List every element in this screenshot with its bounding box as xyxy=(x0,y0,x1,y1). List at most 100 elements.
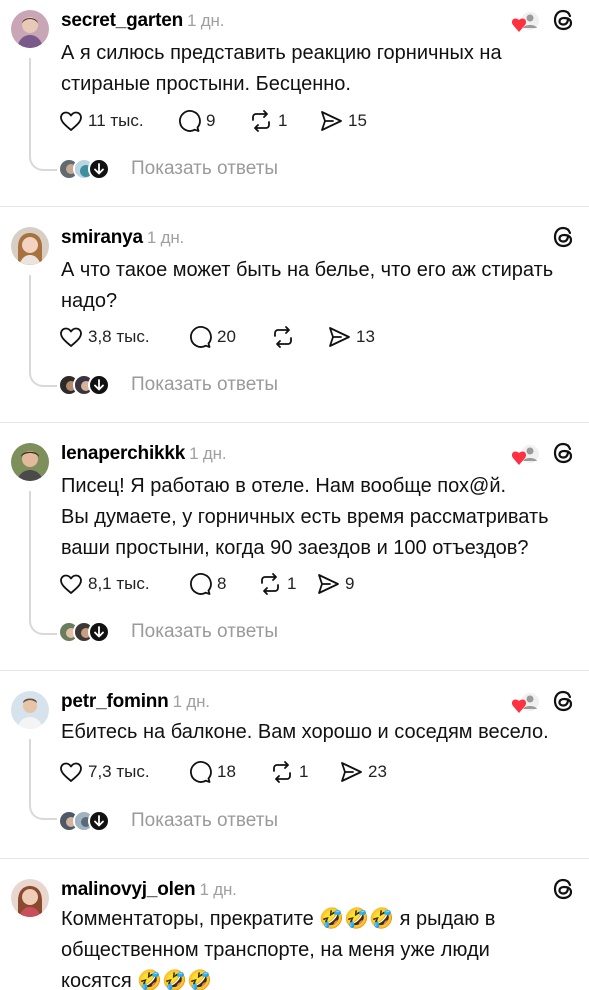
like-button[interactable]: 11 тыс. xyxy=(59,108,144,134)
comment-line: Комментаторы, прекратите 🤣🤣🤣 я рыдаю в xyxy=(61,908,496,930)
repost-count: 1 xyxy=(299,762,309,781)
comment-line: А я силюсь представить реакцию горничных… xyxy=(61,42,502,64)
thread-connector xyxy=(29,58,57,171)
threads-logo-icon[interactable] xyxy=(553,8,575,37)
comment-line: А что такое может быть на белье, что его… xyxy=(61,259,554,281)
comment-line: стираные простыни. Бесценно. xyxy=(61,73,351,95)
reply-count: 20 xyxy=(217,327,236,346)
action-bar: 3,8 тыс. 20 13 xyxy=(59,324,389,350)
action-bar: 8,1 тыс. 8 1 9 xyxy=(59,571,389,597)
comment-badges xyxy=(511,7,575,37)
reply-button[interactable]: 20 xyxy=(188,324,236,350)
avatar[interactable] xyxy=(11,879,49,917)
avatar[interactable] xyxy=(11,443,49,481)
repost-count: 1 xyxy=(287,574,297,593)
comment-line: Писец! Я работаю в отеле. Нам вообще пох… xyxy=(61,475,507,497)
username-text[interactable]: secret_garten xyxy=(61,10,183,31)
avatar[interactable] xyxy=(11,10,49,48)
liked-by-author-heart-icon xyxy=(511,10,541,34)
timestamp: 1 дн. xyxy=(199,880,237,899)
speech-bubble-icon xyxy=(179,110,201,132)
like-button[interactable]: 7,3 тыс. xyxy=(59,759,150,785)
avatar[interactable] xyxy=(11,691,49,729)
repost-button[interactable]: 1 xyxy=(249,108,287,134)
liked-by-author-heart-icon xyxy=(511,691,541,715)
username-text[interactable]: malinovyj_olen xyxy=(61,879,196,900)
send-icon xyxy=(329,327,350,347)
like-count: 3,8 тыс. xyxy=(88,327,150,346)
show-replies-row[interactable]: Показать ответы xyxy=(58,372,278,398)
share-count: 13 xyxy=(356,327,375,346)
speech-bubble-icon xyxy=(190,761,212,783)
show-replies-link[interactable]: Показать ответы xyxy=(131,158,278,180)
show-replies-row[interactable]: Показать ответы xyxy=(58,619,278,645)
threads-logo-icon[interactable] xyxy=(553,225,575,254)
username-text[interactable]: petr_fominn xyxy=(61,691,169,712)
liked-by-author-heart-icon xyxy=(511,443,541,467)
show-replies-link[interactable]: Показать ответы xyxy=(131,810,278,832)
repost-arrows-icon xyxy=(274,326,292,348)
repost-count: 1 xyxy=(278,111,288,130)
comment-line: косятся 🤣🤣🤣 xyxy=(61,970,212,990)
threads-logo-icon[interactable] xyxy=(553,877,575,906)
comment-line: Ебитесь на балконе. Вам хорошо и соседям… xyxy=(61,721,549,743)
comment-lenaperchikkk: lenaperchikkk 1 дн. Писец! Я работаю в от… xyxy=(0,423,589,669)
repost-arrows-icon xyxy=(273,761,291,783)
arrow-down-circle-icon xyxy=(88,374,110,396)
reply-button[interactable]: 8 xyxy=(188,571,226,597)
comment-secret-garten: secret_garten 1 дн. А я силюсь представит… xyxy=(0,0,589,205)
show-replies-link[interactable]: Показать ответы xyxy=(131,621,278,643)
thread-connector xyxy=(29,739,57,820)
repost-button[interactable]: 1 xyxy=(270,759,308,785)
share-button[interactable]: 23 xyxy=(339,759,387,785)
reply-button[interactable]: 18 xyxy=(188,759,236,785)
comment-line: Вы думаете, у горничных есть время рассм… xyxy=(61,506,549,528)
thread-connector xyxy=(29,275,57,387)
username[interactable]: petr_fominn 1 дн. xyxy=(61,691,210,713)
like-button[interactable]: 8,1 тыс. xyxy=(59,571,150,597)
speech-bubble-icon xyxy=(190,326,212,348)
comment-text: Ебитесь на балконе. Вам хорошо и соседям… xyxy=(61,717,576,748)
comment-petr-fominn: petr_fominn 1 дн. Ебитесь на балконе. Вам… xyxy=(0,671,589,857)
threads-logo-icon[interactable] xyxy=(553,441,575,470)
show-replies-row[interactable]: Показать ответы xyxy=(58,156,278,182)
heart-outline-icon xyxy=(60,327,82,347)
share-count: 23 xyxy=(368,762,387,781)
username-text[interactable]: smiranya xyxy=(61,227,143,248)
share-count: 9 xyxy=(345,574,355,593)
comment-badges xyxy=(511,688,575,718)
comment-badges xyxy=(553,224,575,254)
action-bar: 7,3 тыс. 18 1 23 xyxy=(59,759,399,785)
reply-count: 18 xyxy=(217,762,236,781)
timestamp: 1 дн. xyxy=(146,228,185,247)
show-replies-link[interactable]: Показать ответы xyxy=(131,374,278,396)
share-count: 15 xyxy=(348,111,367,130)
comment-badges xyxy=(511,440,575,470)
repost-button[interactable] xyxy=(271,324,300,350)
arrow-down-circle-icon xyxy=(88,621,110,643)
username[interactable]: malinovyj_olen 1 дн. xyxy=(61,879,237,901)
comment-malinovyj-olen: malinovyj_olen 1 дн. Комментаторы, прекра… xyxy=(0,859,589,990)
like-button[interactable]: 3,8 тыс. xyxy=(59,324,150,350)
action-bar: 11 тыс. 9 1 15 xyxy=(59,108,389,134)
username[interactable]: secret_garten 1 дн. xyxy=(61,10,224,32)
like-count: 11 тыс. xyxy=(88,111,144,130)
share-button[interactable]: 13 xyxy=(327,324,375,350)
show-replies-row[interactable]: Показать ответы xyxy=(58,808,278,834)
comment-line: надо? xyxy=(61,290,118,312)
threads-logo-icon[interactable] xyxy=(553,689,575,718)
avatar[interactable] xyxy=(11,227,49,265)
username-text[interactable]: lenaperchikkk xyxy=(61,443,185,464)
username[interactable]: lenaperchikkk 1 дн. xyxy=(61,443,227,465)
comment-text: А я силюсь представить реакцию горничных… xyxy=(61,38,576,100)
share-button[interactable]: 9 xyxy=(316,571,354,597)
comment-line: общественном транспорте, на меня уже люд… xyxy=(61,939,490,961)
reply-button[interactable]: 9 xyxy=(177,108,215,134)
timestamp: 1 дн. xyxy=(172,692,210,711)
share-button[interactable]: 15 xyxy=(319,108,367,134)
repost-button[interactable]: 1 xyxy=(258,571,296,597)
arrow-down-circle-icon xyxy=(88,810,110,832)
speech-bubble-icon xyxy=(190,573,212,595)
username[interactable]: smiranya 1 дн. xyxy=(61,227,184,249)
like-count: 7,3 тыс. xyxy=(88,762,150,781)
